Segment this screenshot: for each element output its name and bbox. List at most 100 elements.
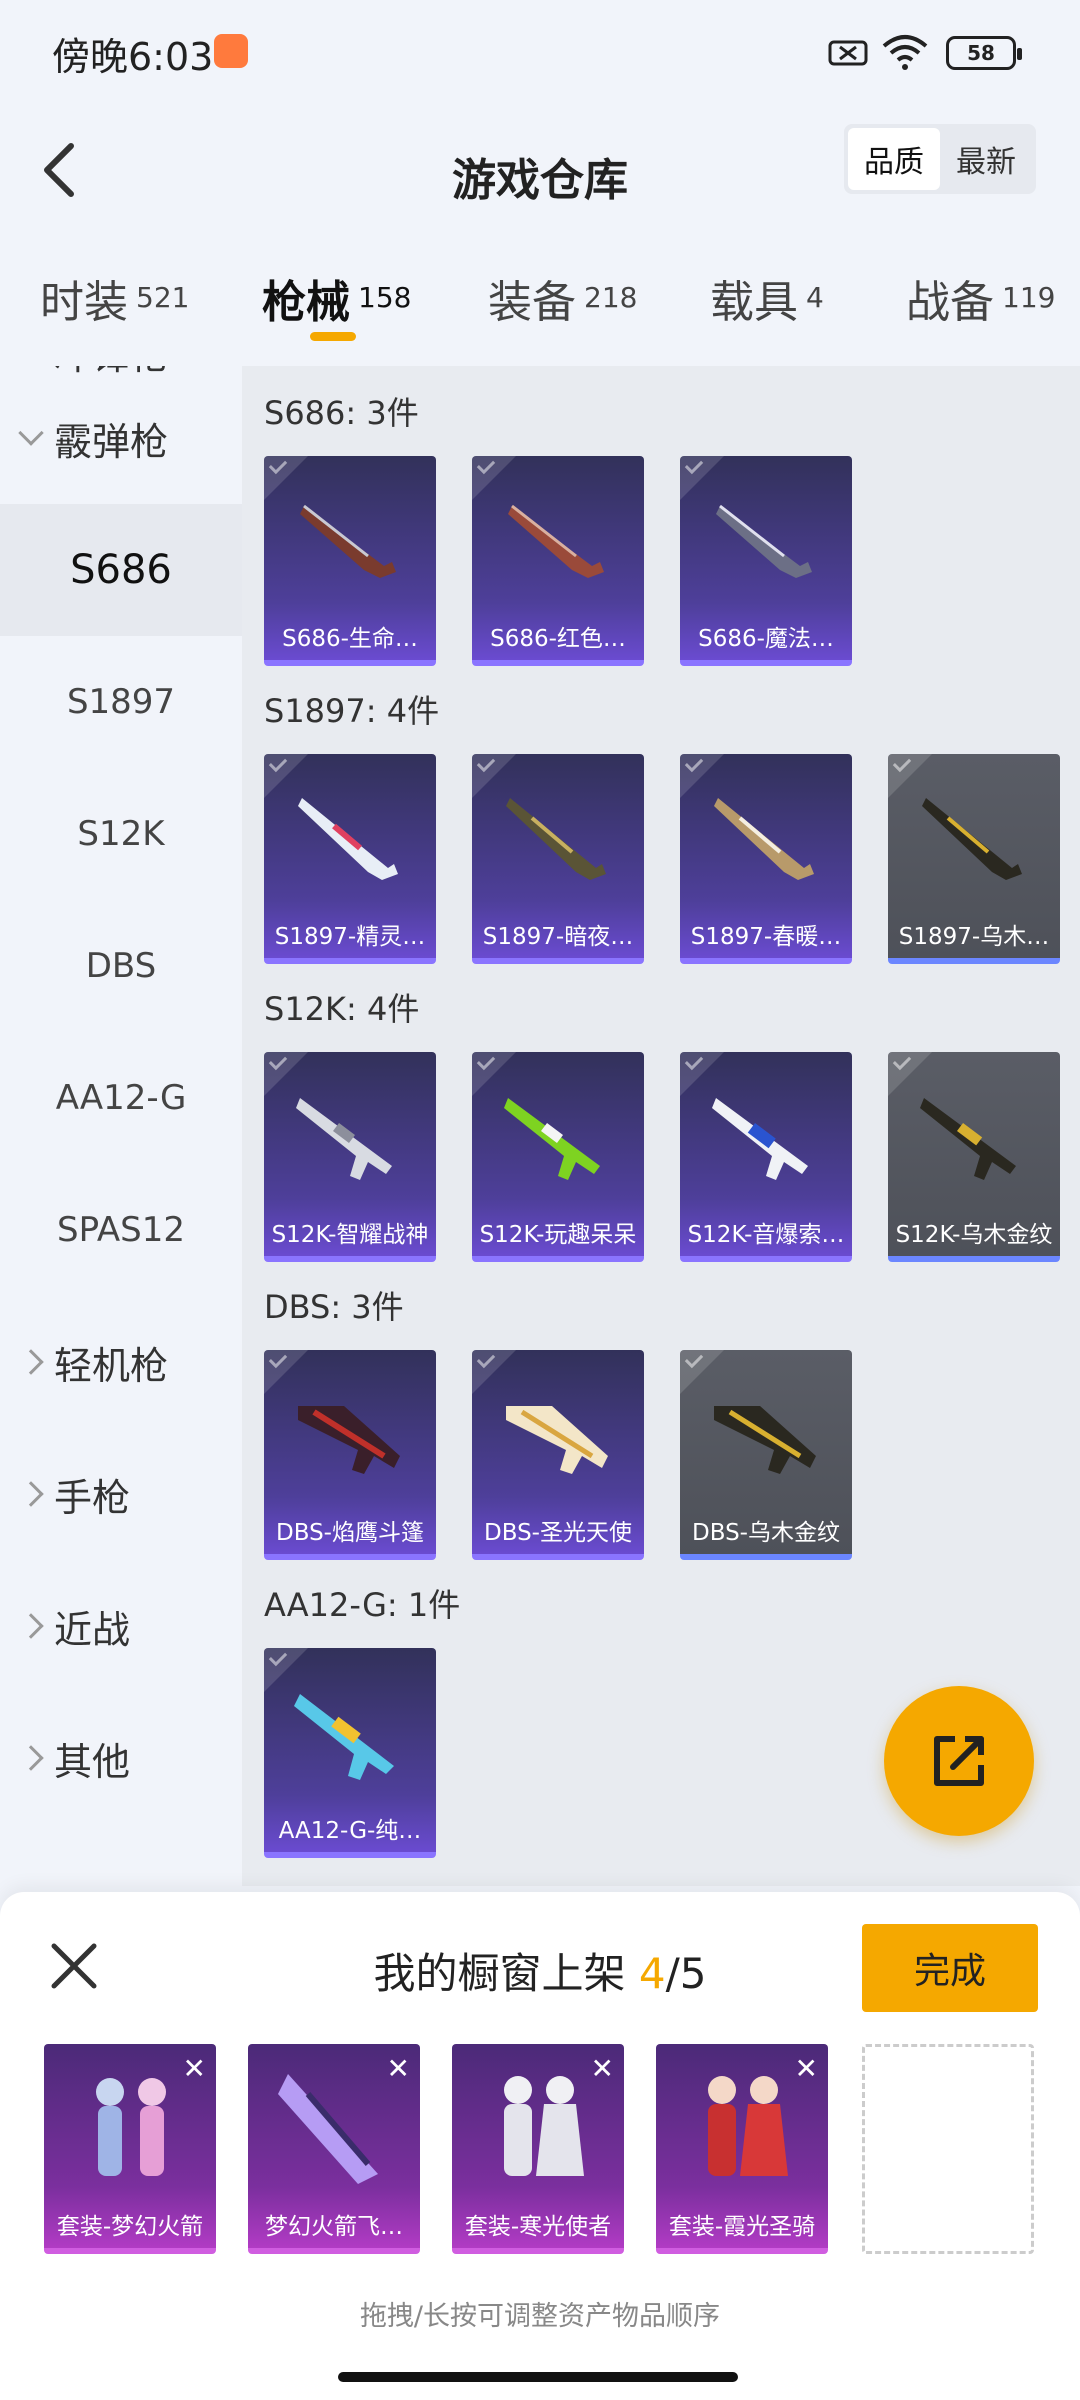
done-button[interactable]: 完成: [862, 1924, 1038, 2012]
tab-vehicles[interactable]: 载具 4: [710, 266, 824, 330]
rifle-icon: [296, 1098, 392, 1180]
sidebar-category-label: 手枪: [54, 1475, 131, 1520]
share-button[interactable]: [884, 1686, 1034, 1836]
showcase-slot[interactable]: ✕ 梦幻火箭飞…: [248, 2044, 420, 2254]
tab-weapons[interactable]: 枪械 158: [262, 266, 411, 330]
card-name: S12K-音爆索…: [687, 1222, 845, 1248]
tab-count: 119: [1002, 281, 1056, 314]
weapon-card[interactable]: DBS-乌木金纹: [680, 1350, 852, 1560]
sidebar-category-shotgun[interactable]: 霰弹枪: [0, 372, 242, 504]
card-name: S686-魔法…: [698, 626, 834, 652]
category-tabs: 时装 521 枪械 158 装备 218 载具 4 战备 119: [0, 240, 1080, 360]
tab-label: 装备: [488, 277, 576, 328]
sort-quality-button[interactable]: 品质: [848, 128, 940, 190]
shotgun-icon: [922, 798, 1022, 880]
sort-toggle: 品质 最新: [844, 124, 1036, 194]
tab-count: 521: [136, 281, 190, 314]
weapon-card[interactable]: DBS-焰鹰斗篷: [264, 1350, 436, 1560]
card-name: DBS-乌木金纹: [692, 1520, 840, 1546]
sidebar-item-s12k[interactable]: S12K: [0, 768, 242, 900]
active-tab-indicator: [310, 332, 356, 341]
showcase-title-label: 我的橱窗上架: [373, 1949, 626, 1998]
card-name: S12K-智耀战神: [271, 1222, 429, 1248]
showcase-slot[interactable]: ✕ 套装-寒光使者: [452, 2044, 624, 2254]
weapon-card[interactable]: S686-魔法…: [680, 456, 852, 666]
sort-latest-button[interactable]: 最新: [940, 128, 1032, 190]
group-title: DBS: 3件: [264, 1288, 404, 1326]
home-indicator[interactable]: [338, 2372, 738, 2382]
shotgun-icon: [716, 504, 812, 578]
sidebar-category-lmg[interactable]: 轻机枪: [0, 1296, 242, 1428]
showcase-slot[interactable]: ✕ 套装-梦幻火箭: [44, 2044, 216, 2254]
weapon-card[interactable]: S686-生命…: [264, 456, 436, 666]
slot-name: 套装-寒光使者: [464, 2214, 612, 2240]
sidebar-item-s1897[interactable]: S1897: [0, 636, 242, 768]
chevron-right-icon: [18, 1613, 44, 1639]
weapon-card[interactable]: S12K-智耀战神: [264, 1052, 436, 1262]
showcase-panel: 我的橱窗上架 4/5 完成 ✕ 套装-梦幻火箭 ✕ 梦幻火箭飞… ✕ 套装-寒光…: [0, 1892, 1080, 2400]
slot-name: 套装-梦幻火箭: [56, 2214, 204, 2240]
card-name: S686-红色…: [490, 626, 626, 652]
card-name: S12K-乌木金纹: [895, 1222, 1053, 1248]
shotgun-icon: [300, 504, 396, 578]
weapon-card[interactable]: S1897-乌木…: [888, 754, 1060, 964]
slot-name: 套装-霞光圣骑: [668, 2214, 816, 2240]
sidebar-item-aa12g[interactable]: AA12-G: [0, 1032, 242, 1164]
tab-count: 158: [358, 281, 412, 314]
weapon-card[interactable]: S1897-暗夜…: [472, 754, 644, 964]
shotgun-icon: [298, 798, 398, 880]
tab-count: 218: [584, 281, 638, 314]
weapon-card[interactable]: S686-红色…: [472, 456, 644, 666]
slot-name: 梦幻火箭飞…: [265, 2214, 403, 2240]
card-name: S1897-乌木…: [898, 924, 1050, 950]
chevron-down-icon: [18, 420, 44, 446]
sidebar-category-label: 其他: [54, 1739, 131, 1784]
group-title: S12K: 4件: [264, 990, 420, 1028]
shotgun-icon: [714, 1406, 816, 1474]
header: 游戏仓库 品质 最新: [0, 110, 1080, 230]
external-link-icon: [934, 1736, 984, 1786]
weapon-card[interactable]: DBS-圣光天使: [472, 1350, 644, 1560]
tab-supplies[interactable]: 战备 119: [906, 266, 1055, 330]
showcase-count-total: /5: [665, 1949, 707, 1998]
rifle-icon: [294, 1694, 394, 1780]
weapon-card[interactable]: S1897-精灵…: [264, 754, 436, 964]
sidebar-item-s686[interactable]: S686: [0, 504, 242, 636]
tab-label: 载具: [710, 277, 798, 328]
shotgun-icon: [714, 798, 814, 880]
chevron-right-icon: [18, 1349, 44, 1375]
shotgun-icon: [508, 504, 604, 578]
card-name: S686-生命…: [282, 626, 418, 652]
sidebar-category-other[interactable]: 其他: [0, 1692, 242, 1824]
tab-count: 4: [806, 281, 824, 314]
glider-icon: [278, 2074, 378, 2184]
sidebar-category-pistol[interactable]: 手枪: [0, 1428, 242, 1560]
chevron-right-icon: [18, 1481, 44, 1507]
showcase-count-current: 4: [638, 1949, 666, 1998]
sidebar-item-spas12[interactable]: SPAS12: [0, 1164, 242, 1296]
showcase-empty-slot[interactable]: [862, 2044, 1034, 2254]
group-title: S1897: 4件: [264, 692, 440, 730]
tab-fashion[interactable]: 时装 521: [40, 266, 189, 330]
weapon-card[interactable]: AA12-G-纯…: [264, 1648, 436, 1858]
outfit-icon: [96, 2078, 166, 2176]
group-title: S686: 3件: [264, 394, 419, 432]
status-bar: 傍晚6:03 58: [0, 0, 1080, 110]
weapon-card[interactable]: S12K-玩趣呆呆: [472, 1052, 644, 1262]
showcase-slot[interactable]: ✕ 套装-霞光圣骑: [656, 2044, 828, 2254]
tab-label: 枪械: [262, 277, 350, 328]
tab-label: 时装: [40, 277, 128, 328]
card-name: S12K-玩趣呆呆: [479, 1222, 637, 1248]
tab-label: 战备: [906, 277, 994, 328]
wifi-icon: [882, 35, 928, 70]
weapon-card[interactable]: S12K-音爆索…: [680, 1052, 852, 1262]
weapon-card[interactable]: S1897-春暖…: [680, 754, 852, 964]
tab-equipment[interactable]: 装备 218: [488, 266, 637, 330]
rifle-icon: [504, 1098, 600, 1180]
reorder-hint: 拖拽/长按可调整资产物品顺序: [359, 2301, 721, 2332]
weapon-card[interactable]: S12K-乌木金纹: [888, 1052, 1060, 1262]
sidebar-item-dbs[interactable]: DBS: [0, 900, 242, 1032]
sidebar-category-label: 近战: [54, 1607, 131, 1652]
sidebar-category-melee[interactable]: 近战: [0, 1560, 242, 1692]
group-title: SPAS12: 2件: [264, 1878, 458, 1886]
